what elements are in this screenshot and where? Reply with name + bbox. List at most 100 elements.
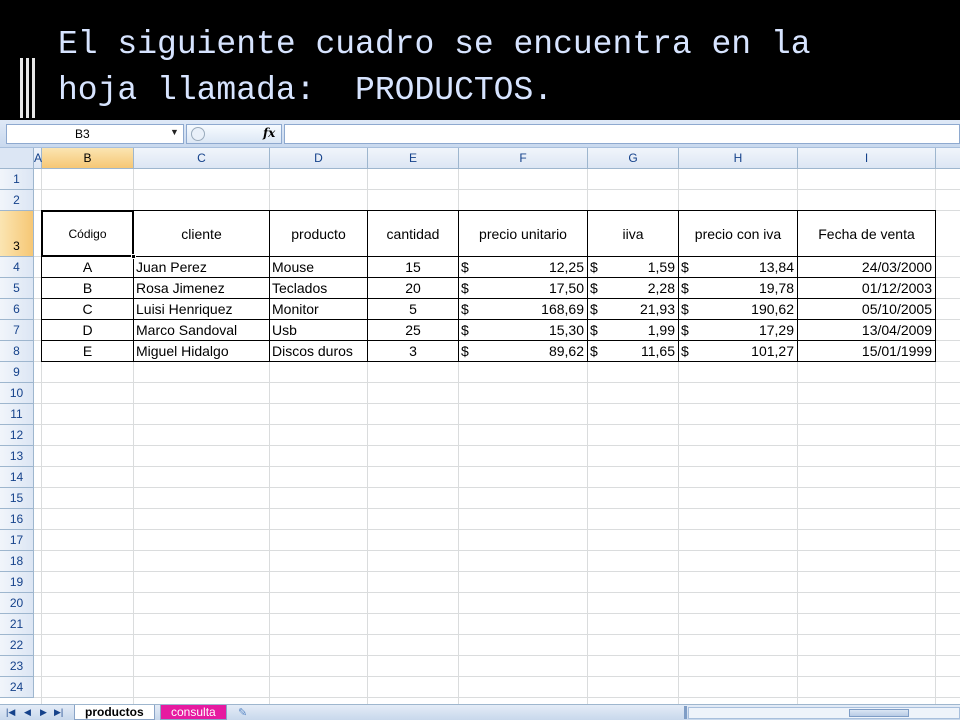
column-header-e[interactable]: E [368,148,459,169]
column-header-f[interactable]: F [459,148,588,169]
table-cell[interactable]: Discos duros [270,341,368,362]
formula-input[interactable] [284,124,960,144]
table-cell[interactable]: $21,93 [588,299,679,320]
row-header-8[interactable]: 8 [0,341,34,362]
table-cell[interactable]: Monitor [270,299,368,320]
table-header-cell[interactable]: precio unitario [459,210,588,257]
row-header-3[interactable]: 3 [0,211,34,257]
table-cell[interactable]: $15,30 [459,320,588,341]
tab-consulta[interactable]: consulta [160,705,227,720]
table-cell[interactable]: Rosa Jimenez [134,278,270,299]
row-header-11[interactable]: 11 [0,404,34,425]
column-header-b[interactable]: B [42,148,134,169]
table-cell[interactable]: A [41,257,134,278]
row-header-16[interactable]: 16 [0,509,34,530]
table-cell[interactable]: 5 [368,299,459,320]
row-header-17[interactable]: 17 [0,530,34,551]
table-cell[interactable]: $17,50 [459,278,588,299]
row-header-24[interactable]: 24 [0,677,34,698]
table-cell[interactable]: $89,62 [459,341,588,362]
insert-sheet-icon[interactable]: ✎ [238,706,247,719]
row-header-9[interactable]: 9 [0,362,34,383]
row-header-23[interactable]: 23 [0,656,34,677]
table-header-cell[interactable]: iiva [588,210,679,257]
table-header-cell[interactable]: precio con iva [679,210,798,257]
table-header-cell[interactable]: Fecha de venta [798,210,936,257]
row-header-6[interactable]: 6 [0,299,34,320]
row-header-5[interactable]: 5 [0,278,34,299]
table-cell[interactable]: Mouse [270,257,368,278]
table-cell[interactable]: 24/03/2000 [798,257,936,278]
name-box-dropdown-icon[interactable]: ▼ [170,127,179,137]
next-sheet-icon[interactable]: ▶ [40,707,47,718]
table-cell[interactable]: $11,65 [588,341,679,362]
row-header-12[interactable]: 12 [0,425,34,446]
table-cell[interactable]: 05/10/2005 [798,299,936,320]
table-cell[interactable]: $2,28 [588,278,679,299]
table-cell[interactable]: C [41,299,134,320]
select-all-corner[interactable] [0,148,34,169]
table-cell[interactable]: $19,78 [679,278,798,299]
column-header-d[interactable]: D [270,148,368,169]
table-cell[interactable]: 15 [368,257,459,278]
row-header-10[interactable]: 10 [0,383,34,404]
table-cell[interactable]: D [41,320,134,341]
worksheet-grid[interactable]: A B C D E F G H I 1 2 3 4 5 6 7 8 9 10 11 12 13 14 15 16 17 18 19 20… [0,148,960,704]
table-cell[interactable]: B [41,278,134,299]
table-cell[interactable]: $12,25 [459,257,588,278]
table-cell[interactable]: $13,84 [679,257,798,278]
table-cell[interactable]: $1,99 [588,320,679,341]
horizontal-scrollbar[interactable] [688,707,960,719]
tab-split-handle[interactable] [684,706,687,719]
table-cell[interactable]: $168,69 [459,299,588,320]
column-header-h[interactable]: H [679,148,798,169]
row-header-7[interactable]: 7 [0,320,34,341]
row-header-19[interactable]: 19 [0,572,34,593]
table-cell[interactable]: Usb [270,320,368,341]
first-sheet-icon[interactable]: |◀ [6,707,15,718]
table-cell[interactable]: Marco Sandoval [134,320,270,341]
table-cell[interactable]: Miguel Hidalgo [134,341,270,362]
row-header-15[interactable]: 15 [0,488,34,509]
row-header-13[interactable]: 13 [0,446,34,467]
row-header-20[interactable]: 20 [0,593,34,614]
column-header-c[interactable]: C [134,148,270,169]
table-header-cell[interactable]: producto [270,210,368,257]
row-header-18[interactable]: 18 [0,551,34,572]
table-cell[interactable]: E [41,341,134,362]
table-cell[interactable]: 20 [368,278,459,299]
table-cell[interactable]: Luisi Henriquez [134,299,270,320]
table-header-cell[interactable]: cliente [134,210,270,257]
tab-productos[interactable]: productos [74,705,155,720]
gridline [34,571,960,572]
last-sheet-icon[interactable]: ▶| [54,707,63,718]
table-cell[interactable]: 01/12/2003 [798,278,936,299]
insert-function-button[interactable]: fx [186,124,282,144]
table-cell[interactable]: 3 [368,341,459,362]
prev-sheet-icon[interactable]: ◀ [24,707,31,718]
table-cell[interactable]: 15/01/1999 [798,341,936,362]
table-cell[interactable]: Juan Perez [134,257,270,278]
row-header-4[interactable]: 4 [0,257,34,278]
table-cell[interactable]: $17,29 [679,320,798,341]
table-cell[interactable]: $1,59 [588,257,679,278]
scrollbar-thumb[interactable] [849,709,909,717]
column-header-a[interactable]: A [34,148,42,169]
row-header-14[interactable]: 14 [0,467,34,488]
table-cell[interactable]: 25 [368,320,459,341]
table-cell[interactable]: 13/04/2009 [798,320,936,341]
name-box[interactable]: B3 [6,124,184,144]
column-header-g[interactable]: G [588,148,679,169]
column-header-partial[interactable] [936,148,960,169]
row-header-22[interactable]: 22 [0,635,34,656]
row-header-2[interactable]: 2 [0,190,34,211]
fill-handle[interactable] [131,254,136,259]
row-header-21[interactable]: 21 [0,614,34,635]
column-header-i[interactable]: I [798,148,936,169]
table-header-cell[interactable]: Código [41,210,134,257]
table-cell[interactable]: Teclados [270,278,368,299]
table-cell[interactable]: $190,62 [679,299,798,320]
table-header-cell[interactable]: cantidad [368,210,459,257]
row-header-1[interactable]: 1 [0,169,34,190]
table-cell[interactable]: $101,27 [679,341,798,362]
